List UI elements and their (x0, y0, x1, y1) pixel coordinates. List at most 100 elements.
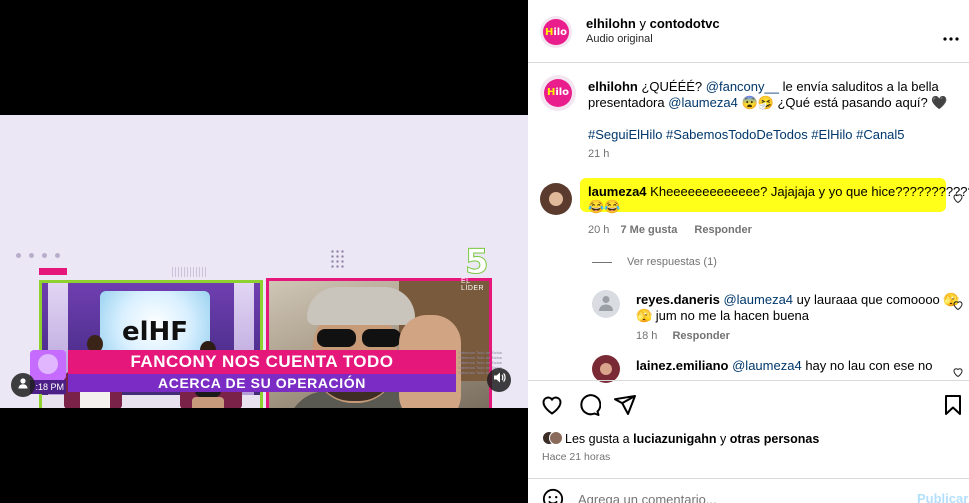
guest-sunglasses (317, 329, 401, 347)
comment-text-line2: 🫣 jum no me la hacen buena (636, 308, 810, 323)
divider (528, 478, 969, 479)
comment-button[interactable] (577, 393, 602, 422)
volume-icon (493, 371, 506, 389)
channel-number: 5 (465, 242, 490, 283)
comment-reply-button[interactable]: Responder (694, 224, 751, 236)
comment-avatar-laumeza4[interactable] (540, 183, 572, 215)
author-avatar[interactable]: Hilo (540, 16, 572, 48)
channel-logo: 5 EL LÍDER (461, 242, 493, 293)
liked-by-avatars[interactable] (542, 431, 563, 447)
guest-cap (307, 287, 415, 325)
header-accounts: elhilohn y contodotvc (586, 16, 720, 31)
avatar-face (549, 192, 563, 206)
caption-avatar[interactable]: Hilo (540, 75, 576, 111)
liker-avatar (549, 431, 563, 445)
emoji-button[interactable] (542, 488, 564, 503)
comment-meta: 20 h 7 Me gusta Responder (588, 224, 752, 236)
comment-avatar-lainez[interactable] (592, 355, 620, 383)
send-icon (613, 395, 637, 421)
publish-button[interactable]: Publicar (917, 491, 968, 503)
elhilo-logo-icon: Hilo (543, 19, 569, 45)
comment-time[interactable]: 18 h (636, 330, 657, 342)
likes-conj: y (719, 432, 727, 446)
comment-likes[interactable]: 7 Me gusta (620, 224, 677, 236)
caption-text: le envía saluditos a la bella (782, 79, 939, 94)
caption-username[interactable]: elhilohn (588, 79, 638, 94)
like-button[interactable] (540, 393, 564, 422)
caption-time[interactable]: 21 h (588, 148, 609, 160)
comment-text: uy lauraaa que comoooo 🫣 (796, 292, 960, 307)
caption-mention-laumeza4[interactable]: @laumeza4 (668, 95, 738, 110)
heart-outline-icon (952, 298, 964, 315)
decor-grid-dots (330, 249, 344, 269)
post-sidebar: Hilo elhilohn y contodotvc Audio origina… (528, 0, 969, 503)
decor-stripes (172, 267, 206, 277)
comment-icon (577, 394, 602, 421)
comment-line: laumeza4 Kheeeeeeeeeeeee? Jajajaja y yo … (588, 184, 969, 199)
likes-prefix: Les gusta a (565, 432, 630, 446)
heart-outline-icon (952, 191, 964, 208)
comment-text-line2: 😂😂 (588, 199, 621, 214)
video-frame[interactable]: elHF 5 EL LÍDER :18 PM FANCONY NOS CUENT… (0, 115, 528, 408)
comment-like-button[interactable] (952, 298, 964, 311)
more-options-button[interactable] (943, 28, 959, 46)
lower-third-time: :18 PM (30, 380, 66, 394)
lower-third-subtitle: ACERCA DE SU OPERACIÓN (68, 374, 456, 392)
header-collab[interactable]: contodotvc (650, 16, 720, 31)
decor-dots (16, 253, 60, 258)
bookmark-icon (941, 395, 965, 421)
comment-username[interactable]: lainez.emiliano (636, 358, 728, 373)
comment-username[interactable]: laumeza4 (588, 184, 647, 199)
comment-text: hay no lau con ese no (805, 358, 933, 373)
posted-time[interactable]: Hace 21 horas (542, 451, 610, 463)
caption-text: presentadora (588, 95, 665, 110)
likes-summary: Les gusta a luciazunigahn y otras person… (565, 432, 819, 446)
comment-reply-button[interactable]: Responder (672, 330, 729, 342)
caption-line1: elhilohn ¿QUÉÉÉ? @fancony__ le envía sal… (588, 79, 939, 94)
divider (528, 380, 969, 381)
save-button[interactable] (941, 393, 965, 422)
comment-mention[interactable]: @laumeza4 (732, 358, 802, 373)
header-account[interactable]: elhilohn (586, 16, 636, 31)
mute-button[interactable] (487, 368, 511, 392)
lower-third-icon (30, 350, 66, 380)
heart-icon (540, 396, 564, 421)
lower-third: :18 PM FANCONY NOS CUENTA TODO ACERCA DE… (30, 350, 502, 394)
comment-mention[interactable]: @laumeza4 (723, 292, 793, 307)
tagged-users-button[interactable] (11, 373, 35, 397)
caption-hashtags[interactable]: #SeguiElHilo #SabemosTodoDeTodos #ElHilo… (588, 127, 905, 142)
comment-username[interactable]: reyes.daneris (636, 292, 720, 307)
view-replies-button[interactable]: Ver respuestas (1) (627, 256, 717, 268)
share-button[interactable] (613, 393, 637, 422)
comment-meta: 18 h Responder (636, 330, 730, 342)
likes-others[interactable]: otras personas (730, 432, 820, 446)
divider (528, 62, 969, 63)
audio-label[interactable]: Audio original (586, 33, 653, 45)
channel-sub: EL LÍDER (461, 278, 485, 292)
more-horizontal-icon (943, 28, 959, 45)
post-media[interactable]: elHF 5 EL LÍDER :18 PM FANCONY NOS CUENT… (0, 0, 528, 503)
caption-text: ¿QUÉÉÉ? (641, 79, 703, 94)
elhilo-logo-icon: Hilo (543, 78, 573, 108)
caption-line2: presentadora @laumeza4 😨🤧 ¿Qué está pasa… (588, 95, 948, 111)
replies-line (592, 262, 612, 263)
comment-avatar-reyes[interactable] (592, 290, 620, 318)
comment-time[interactable]: 20 h (588, 224, 609, 236)
caption-text: 😨🤧 ¿Qué está pasando aquí? 🖤 (741, 95, 948, 110)
comment-like-button[interactable] (952, 365, 964, 378)
header-conj: y (639, 16, 646, 31)
studio-logo: elHF (121, 317, 189, 347)
avatar-face (600, 363, 612, 375)
comment-input[interactable] (578, 490, 878, 503)
comment-line: lainez.emiliano @laumeza4 hay no lau con… (636, 358, 933, 373)
default-user-icon (597, 293, 615, 316)
comment-like-button[interactable] (952, 191, 964, 204)
caption-mention-fancony[interactable]: @fancony__ (706, 79, 779, 94)
comment-text: Kheeeeeeeeeeeee? Jajajaja y yo que hice?… (650, 184, 969, 199)
lower-third-title: FANCONY NOS CUENTA TODO (68, 350, 456, 374)
comment-line: reyes.daneris @laumeza4 uy lauraaa que c… (636, 292, 960, 308)
user-icon (17, 376, 29, 394)
likes-user[interactable]: luciazunigahn (633, 432, 716, 446)
decor-pink-bar (39, 268, 67, 275)
emoji-icon (542, 488, 564, 503)
